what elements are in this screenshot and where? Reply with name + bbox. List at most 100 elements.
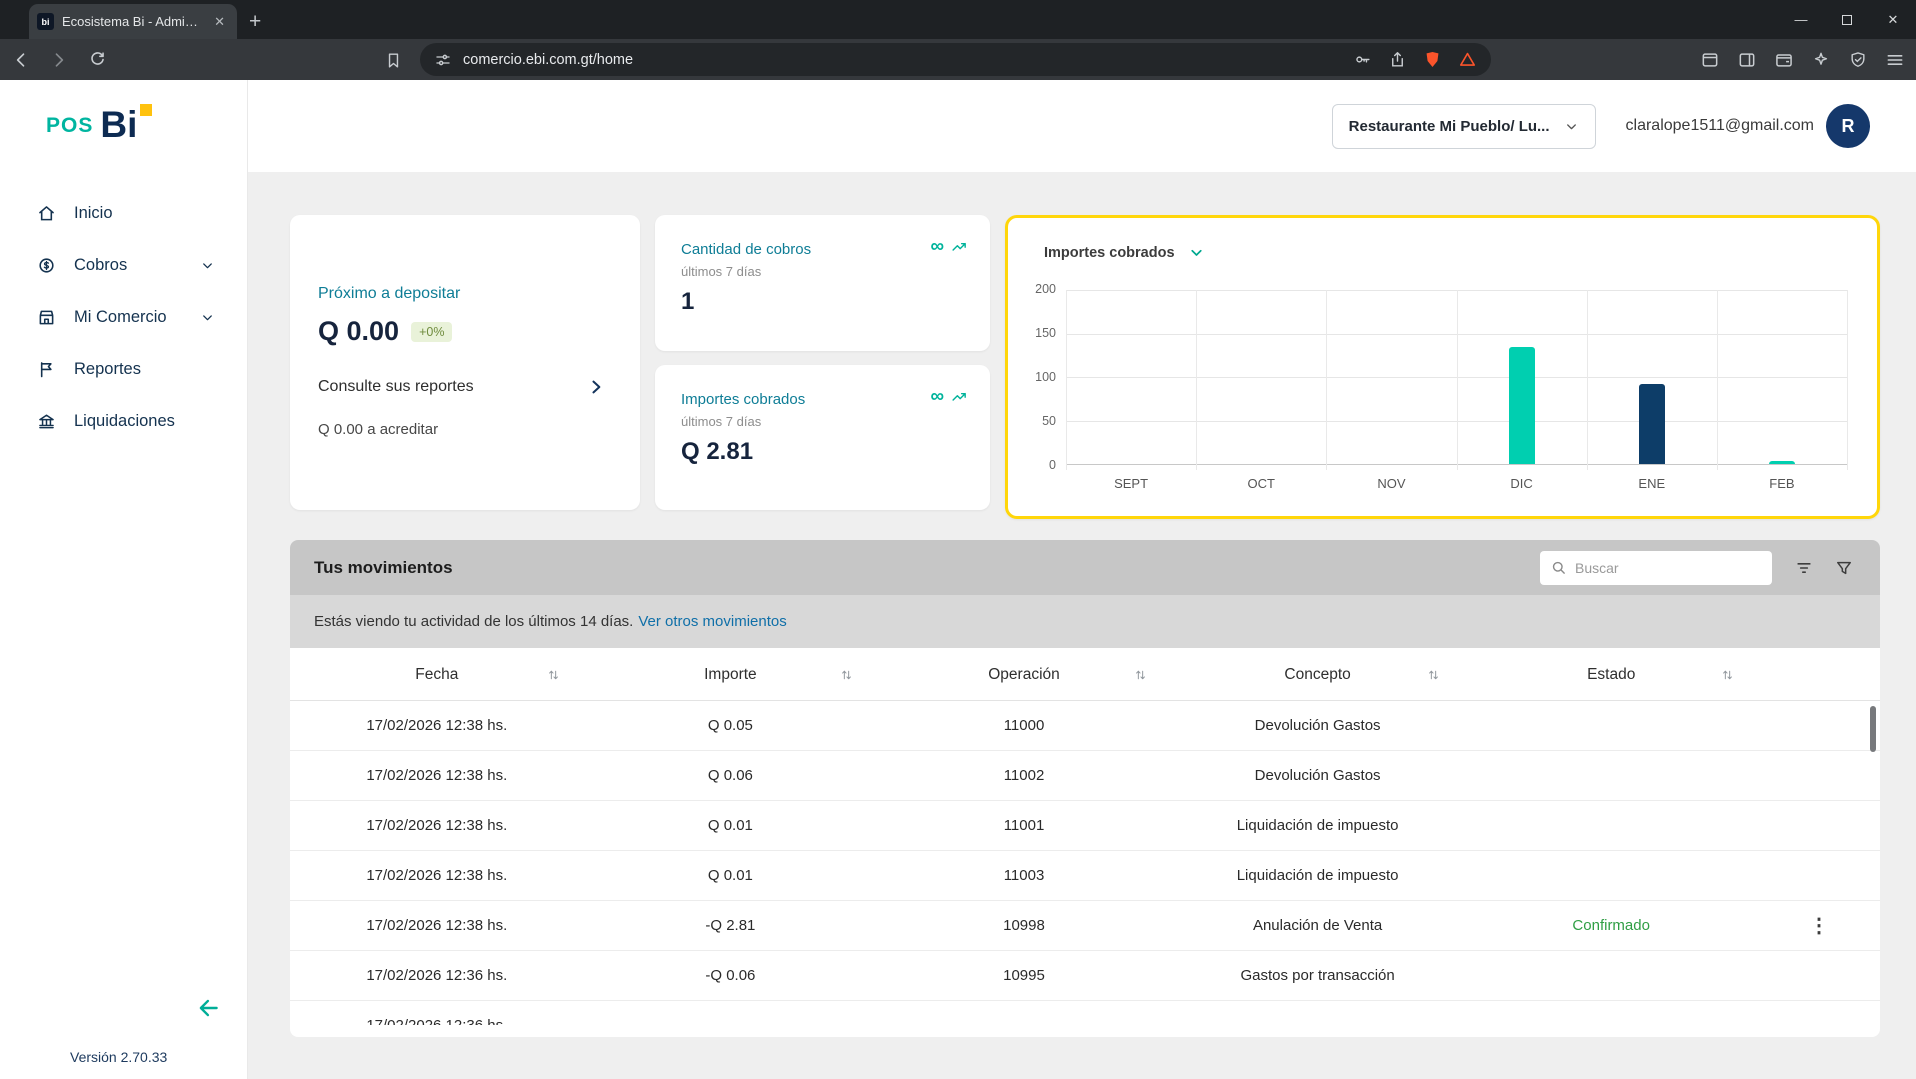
consult-reports-link[interactable]: Consulte sus reportes (318, 377, 612, 397)
search-box[interactable] (1540, 550, 1772, 585)
table-row[interactable]: 17/02/2026 12:36 hs. (290, 1001, 1880, 1025)
y-axis-label: 50 (1042, 414, 1056, 428)
brave-shields-icon[interactable] (1423, 50, 1442, 69)
maximize-button[interactable] (1824, 0, 1870, 39)
leo-ai-button[interactable] (1808, 47, 1834, 73)
cell-operacion: 10995 (1003, 967, 1045, 984)
view-other-movements-link[interactable]: Ver otros movimientos (638, 613, 786, 630)
deposit-amount: Q 0.00 (318, 316, 400, 346)
table-row[interactable]: 17/02/2026 12:38 hs. -Q 2.81 10998 Anula… (290, 901, 1880, 951)
payments-icon (39, 257, 54, 273)
cell-importe: Q 0.01 (707, 817, 753, 834)
sidebar-item-label: Inicio (74, 203, 113, 222)
sidebar-item-inicio[interactable]: Inicio (0, 187, 247, 239)
sidebar-item-cobros[interactable]: Cobros (0, 239, 247, 291)
cell-concepto: Gastos por transacción (1240, 967, 1395, 984)
vpn-shield-button[interactable] (1845, 47, 1871, 73)
table-row[interactable]: 17/02/2026 12:38 hs. Q 0.06 11002 Devolu… (290, 751, 1880, 801)
close-window-button[interactable]: ✕ (1870, 0, 1916, 39)
chart-bar[interactable] (1508, 346, 1535, 464)
cell-concepto: Devolución Gastos (1254, 767, 1381, 784)
cell-fecha: 17/02/2026 12:36 hs. (366, 967, 508, 984)
header-cell-fecha[interactable]: Fecha (290, 648, 584, 701)
reload-button[interactable] (84, 47, 110, 73)
x-axis-label: ENE (1638, 476, 1666, 491)
address-bar[interactable]: comercio.ebi.com.gt/home (420, 43, 1491, 76)
side-panel-icon (1739, 52, 1755, 67)
bookmarks-button[interactable] (380, 47, 406, 73)
cell-fecha: 17/02/2026 12:36 hs. (290, 1017, 584, 1025)
trend-up-icon (952, 242, 966, 251)
chart-bar[interactable] (1638, 383, 1665, 464)
bar-chart: 200 150 100 50 0 SEPT OCT NOV DIC ENE FE… (1035, 282, 1848, 491)
sidebar-item-liquidaciones[interactable]: Liquidaciones (0, 395, 247, 447)
merchant-selector[interactable]: Restaurante Mi Pueblo/ Lu... (1331, 103, 1596, 149)
table-row[interactable]: 17/02/2026 12:38 hs. Q 0.05 11000 Devolu… (290, 701, 1880, 751)
sidebar-item-mi-comercio[interactable]: Mi Comercio (0, 291, 247, 343)
header-cell-importe[interactable]: Importe (584, 648, 878, 701)
table-scrollbar[interactable] (1870, 706, 1876, 752)
funnel-icon (1837, 561, 1851, 574)
table-body: 17/02/2026 12:38 hs. Q 0.05 11000 Devolu… (290, 701, 1880, 1025)
row-menu-button[interactable]: ⋮ (1758, 913, 1880, 938)
sort-icon[interactable] (1721, 668, 1734, 681)
cell-operacion: 10998 (1003, 917, 1045, 934)
forward-button[interactable] (46, 47, 72, 73)
vpn-shield-icon (1851, 51, 1865, 67)
logo-bi: Bi (100, 104, 153, 143)
infinity-icon: ∞ (930, 386, 944, 407)
share-icon[interactable] (1388, 50, 1407, 69)
funnel-filter-button[interactable] (1834, 558, 1854, 578)
card-value: 1 (681, 288, 695, 315)
sort-icon[interactable] (840, 668, 853, 681)
browser-tab[interactable]: bi Ecosistema Bi - Administrador ✕ (29, 4, 237, 39)
merchant-selector-label: Restaurante Mi Pueblo/ Lu... (1348, 117, 1550, 135)
avatar[interactable]: R (1826, 104, 1870, 148)
chevron-right-icon (592, 380, 601, 394)
header-cell-concepto[interactable]: Concepto (1171, 648, 1465, 701)
side-panel-button[interactable] (1734, 47, 1760, 73)
cell-fecha: 17/02/2026 12:38 hs. (366, 717, 508, 734)
chevron-down-icon (1190, 249, 1202, 256)
back-icon (16, 52, 25, 67)
sidebar-item-label: Reportes (74, 359, 141, 378)
maximize-icon (1842, 14, 1852, 25)
search-input[interactable] (1575, 559, 1762, 576)
password-key-icon[interactable] (1353, 50, 1372, 69)
sort-icon[interactable] (1134, 668, 1147, 681)
filter-list-icon (1797, 562, 1811, 573)
cell-fecha: 17/02/2026 12:38 hs. (366, 917, 508, 934)
cell-importe: Q 0.06 (707, 767, 753, 784)
sidebar-item-reportes[interactable]: Reportes (0, 343, 247, 395)
sort-icon[interactable] (547, 668, 560, 681)
chart-bar[interactable] (1768, 460, 1795, 464)
brave-rewards-icon[interactable] (1458, 50, 1477, 69)
sidebar-collapse-button[interactable] (196, 995, 222, 1021)
status-confirmed: Confirmado (1572, 917, 1650, 934)
menu-button[interactable] (1882, 47, 1908, 73)
table-row[interactable]: 17/02/2026 12:38 hs. Q 0.01 11003 Liquid… (290, 851, 1880, 901)
chevron-down-icon (203, 314, 212, 320)
table-row[interactable]: 17/02/2026 12:38 hs. Q 0.01 11001 Liquid… (290, 801, 1880, 851)
wallet-icon (1776, 53, 1792, 67)
filter-list-button[interactable] (1794, 558, 1814, 578)
table-row[interactable]: 17/02/2026 12:36 hs. -Q 0.06 10995 Gasto… (290, 951, 1880, 1001)
x-axis-label: NOV (1377, 476, 1406, 491)
chart-dropdown-button[interactable] (1188, 244, 1205, 261)
cell-concepto: Devolución Gastos (1254, 717, 1381, 734)
url-text[interactable]: comercio.ebi.com.gt/home (463, 52, 633, 68)
tab-close-icon[interactable]: ✕ (210, 12, 229, 32)
split-screen-button[interactable] (1697, 47, 1723, 73)
sort-icon[interactable] (1427, 668, 1440, 681)
wallet-button[interactable] (1771, 47, 1797, 73)
header-cell-estado[interactable]: Estado (1464, 648, 1758, 701)
cell-concepto: Liquidación de impuesto (1236, 817, 1399, 834)
header-cell-operacion[interactable]: Operación (877, 648, 1171, 701)
cell-operacion: 11001 (1003, 817, 1045, 834)
minimize-button[interactable]: — (1778, 0, 1824, 39)
new-tab-button[interactable]: + (237, 4, 273, 39)
site-settings-icon[interactable] (434, 51, 452, 69)
back-button[interactable] (8, 47, 34, 73)
sidebar-item-label: Liquidaciones (74, 411, 175, 430)
tab-title: Ecosistema Bi - Administrador (62, 14, 202, 29)
